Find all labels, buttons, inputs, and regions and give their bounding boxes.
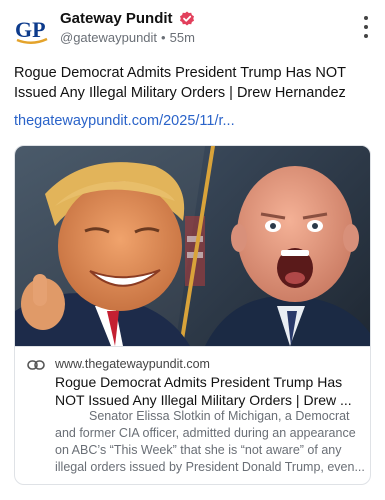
display-name[interactable]: Gateway Pundit — [60, 10, 173, 27]
separator: • — [161, 30, 166, 45]
handle-row: @gatewaypundit • 55m — [60, 30, 195, 45]
svg-text:GP: GP — [15, 17, 46, 42]
card-photo — [15, 146, 370, 346]
gateway-pundit-logo: GP — [15, 17, 48, 44]
card-image[interactable] — [15, 146, 370, 346]
more-vertical-icon — [364, 16, 368, 20]
timestamp[interactable]: 55m — [170, 30, 195, 45]
card-description: Senator Elissa Slotkin of Michigan, a De… — [55, 409, 365, 474]
card-domain: www.thegatewaypundit.com — [55, 357, 210, 371]
handle[interactable]: @gatewaypundit — [60, 30, 157, 45]
name-row: Gateway Pundit — [60, 10, 195, 27]
post-link[interactable]: thegatewaypundit.com/2025/11/r... — [14, 113, 235, 129]
card-title[interactable]: Rogue Democrat Admits President Trump Ha… — [55, 373, 361, 409]
avatar[interactable]: GP — [14, 12, 50, 48]
verified-badge-icon — [179, 11, 195, 27]
more-options-button[interactable] — [359, 16, 373, 38]
post-text: Rogue Democrat Admits President Trump Ha… — [14, 65, 346, 101]
link-preview-card[interactable]: www.thegatewaypundit.com Rogue Democrat … — [14, 145, 371, 485]
link-icon — [27, 359, 45, 371]
post-header: GP Gateway Pundit @gatewaypundit • 55m — [12, 8, 375, 48]
card-meta: www.thegatewaypundit.com Rogue Democrat … — [15, 346, 370, 484]
